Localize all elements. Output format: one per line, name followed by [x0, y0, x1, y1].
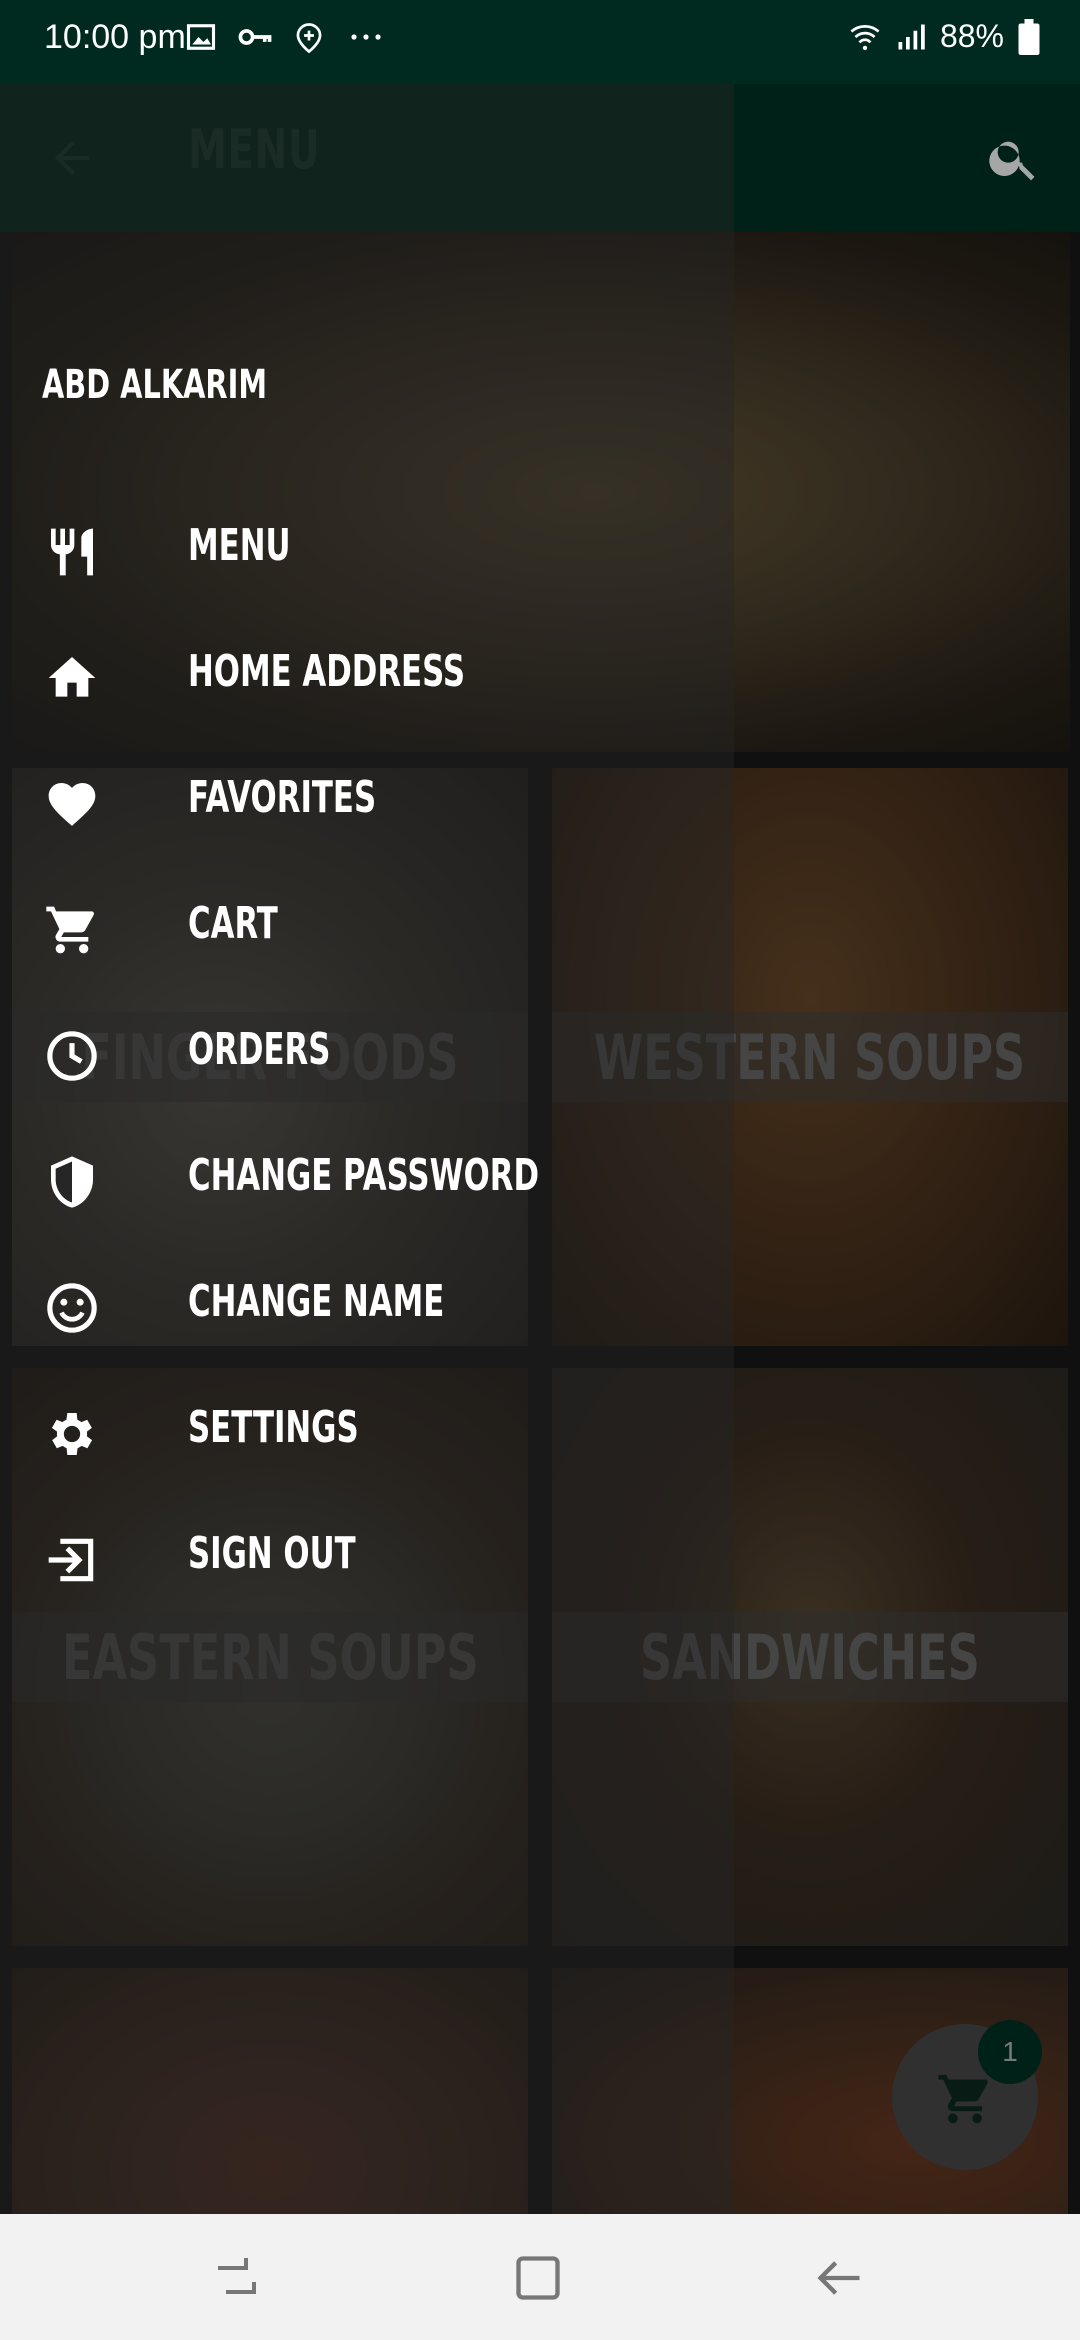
drawer-item-sign-out[interactable]: SIGN OUT: [0, 1502, 734, 1612]
drawer-item-cart[interactable]: CART: [0, 872, 734, 982]
heart-icon: [48, 783, 96, 826]
drawer-item-label: ORDERS: [188, 1024, 331, 1075]
drawer-item-label: SETTINGS: [188, 1402, 359, 1453]
signal-icon: [898, 24, 925, 49]
home-button-icon[interactable]: [512, 2252, 564, 2304]
back-nav-icon[interactable]: [814, 2252, 866, 2304]
status-time: 10:00 pm: [44, 18, 186, 56]
battery-icon: [1018, 18, 1040, 55]
location-add-icon: [296, 23, 322, 54]
image-icon: [186, 24, 216, 50]
drawer-item-label: MENU: [188, 520, 291, 571]
drawer-item-change-password[interactable]: CHANGE PASSWORD: [0, 1124, 734, 1234]
drawer-item-menu[interactable]: MENU: [0, 494, 734, 604]
clock-icon: [47, 1031, 97, 1081]
status-left-icons: [186, 22, 386, 54]
shield-icon: [51, 1156, 93, 1208]
gear-icon: [51, 1413, 93, 1455]
wifi-icon: [850, 24, 880, 50]
drawer-item-label: CHANGE NAME: [188, 1276, 445, 1327]
status-right: 88%: [848, 18, 1040, 55]
drawer-item-label: SIGN OUT: [188, 1528, 356, 1579]
drawer-item-change-name[interactable]: CHANGE NAME: [0, 1250, 734, 1360]
key-icon: [238, 29, 272, 45]
drawer-item-favorites[interactable]: FAVORITES: [0, 746, 734, 856]
drawer-item-label: FAVORITES: [188, 772, 377, 823]
system-nav-bar: [0, 2214, 1080, 2340]
sign-out-icon: [48, 1538, 94, 1582]
smiley-icon: [47, 1283, 97, 1333]
status-bar: 10:00 pm 88%: [0, 0, 1080, 84]
drawer-item-home-address[interactable]: HOME ADDRESS: [0, 620, 734, 730]
home-icon: [48, 657, 96, 697]
drawer-item-settings[interactable]: SETTINGS: [0, 1376, 734, 1486]
restaurant-icon: [51, 528, 93, 576]
recent-apps-icon[interactable]: [212, 2252, 260, 2304]
drawer-item-label: CART: [188, 898, 278, 949]
drawer-item-label: CHANGE PASSWORD: [188, 1150, 540, 1201]
drawer-item-label: HOME ADDRESS: [188, 646, 466, 697]
drawer-user-name: ABD ALKARIM: [42, 362, 267, 408]
navigation-drawer: ABD ALKARIM MENU HOME ADDRESS FAVORITES …: [0, 84, 734, 2214]
battery-percent: 88%: [939, 18, 1004, 54]
drawer-item-orders[interactable]: ORDERS: [0, 998, 734, 1108]
more-dots-icon: [351, 34, 381, 40]
cart-icon: [46, 906, 95, 954]
